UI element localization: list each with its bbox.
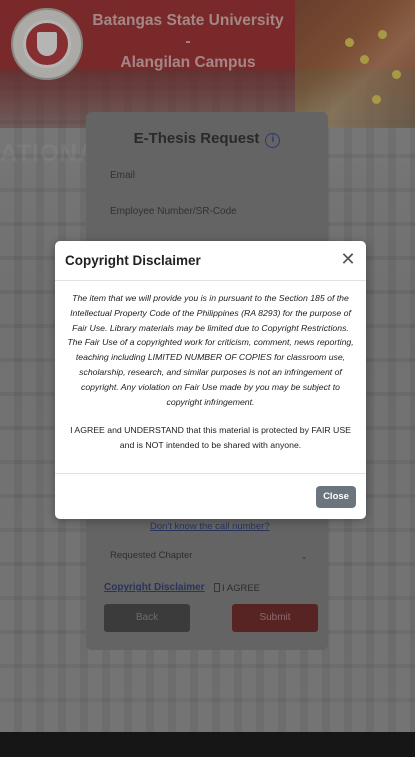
modal-body: The item that we will provide you is in … — [65, 291, 356, 453]
modal-title: Copyright Disclaimer — [65, 253, 201, 268]
copyright-disclaimer-modal: Copyright Disclaimer ✕ The item that we … — [55, 241, 366, 519]
fair-use-paragraph: The item that we will provide you is in … — [67, 293, 354, 407]
agreement-paragraph: I AGREE and UNDERSTAND that this materia… — [70, 425, 351, 451]
close-icon[interactable]: ✕ — [338, 249, 358, 269]
modal-header: Copyright Disclaimer ✕ — [55, 241, 366, 281]
bottom-bar — [0, 732, 415, 757]
close-button[interactable]: Close — [316, 486, 356, 508]
modal-footer: Close — [55, 473, 366, 519]
